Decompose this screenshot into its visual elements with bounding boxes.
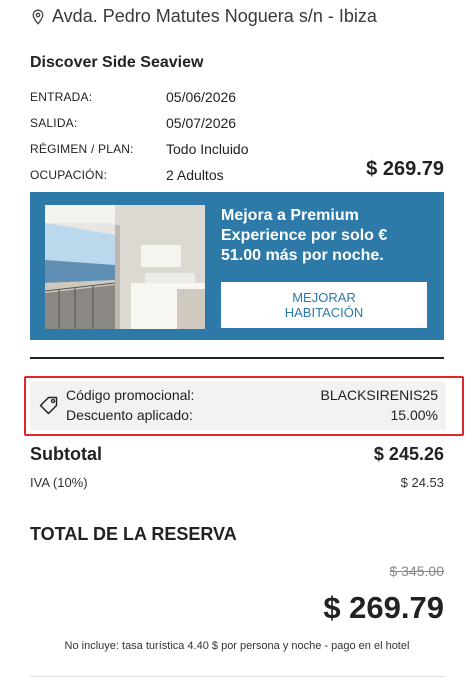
tax-row: IVA (10%) $ 24.53 xyxy=(30,475,444,490)
detail-label: RÉGIMEN / PLAN: xyxy=(30,142,134,156)
hotel-address: Avda. Pedro Matutes Noguera s/n - Ibiza xyxy=(30,6,450,27)
discount-value: 15.00% xyxy=(390,407,438,423)
detail-row-entrada: ENTRADA: 05/06/2026 xyxy=(30,84,444,110)
upgrade-message: Mejora a Premium Experience por solo € 5… xyxy=(221,207,388,264)
booking-details: ENTRADA: 05/06/2026 SALIDA: 05/07/2026 R… xyxy=(30,84,444,188)
tag-icon xyxy=(39,396,58,415)
subtotal-value: $ 245.26 xyxy=(373,444,444,464)
upgrade-button-line1: MEJORAR xyxy=(292,290,356,305)
tax-note: No incluye: tasa turística 4.40 $ por pe… xyxy=(64,640,410,652)
promo-code-value: BLACKSIRENIS25 xyxy=(320,387,439,403)
promo-code-box: Código promocional: BLACKSIRENIS25 Descu… xyxy=(30,382,446,430)
subtotal-row: Subtotal $ 245.26 xyxy=(30,444,444,465)
location-pin-icon xyxy=(32,9,44,25)
total-price: $ 269.79 xyxy=(323,590,444,625)
upgrade-banner: Mejora a Premium Experience por solo € 5… xyxy=(30,192,444,340)
detail-label: ENTRADA: xyxy=(30,90,93,104)
detail-value: 05/06/2026 xyxy=(166,89,237,105)
hotel-name: Discover Side Seaview xyxy=(30,54,204,71)
detail-value: Todo Incluido xyxy=(166,141,249,157)
discount-label: Descuento aplicado: xyxy=(66,407,193,423)
detail-value: 2 Adultos xyxy=(166,167,224,183)
detail-label: SALIDA: xyxy=(30,116,78,130)
promo-code-row: Código promocional: BLACKSIRENIS25 xyxy=(66,387,438,403)
subtotal-label: Subtotal xyxy=(30,444,102,464)
promo-code-label: Código promocional: xyxy=(66,387,195,403)
upgrade-button-line2: HABITACIÓN xyxy=(284,305,364,320)
room-price: $ 269.79 xyxy=(366,158,444,180)
upgrade-room-button[interactable]: MEJORAR HABITACIÓN xyxy=(221,282,427,328)
tax-value: $ 24.53 xyxy=(400,475,444,490)
detail-label: OCUPACIÓN: xyxy=(30,168,108,182)
original-price: $ 345.00 xyxy=(389,563,445,579)
address-text: Avda. Pedro Matutes Noguera s/n - Ibiza xyxy=(52,6,377,26)
detail-row-salida: SALIDA: 05/07/2026 xyxy=(30,110,444,136)
room-photo xyxy=(45,205,205,329)
tax-label: IVA (10%) xyxy=(30,475,88,490)
detail-value: 05/07/2026 xyxy=(166,115,237,131)
total-label: TOTAL DE LA RESERVA xyxy=(30,524,237,544)
discount-row: Descuento aplicado: 15.00% xyxy=(66,407,438,423)
section-divider xyxy=(30,357,444,359)
bottom-divider xyxy=(30,676,444,677)
